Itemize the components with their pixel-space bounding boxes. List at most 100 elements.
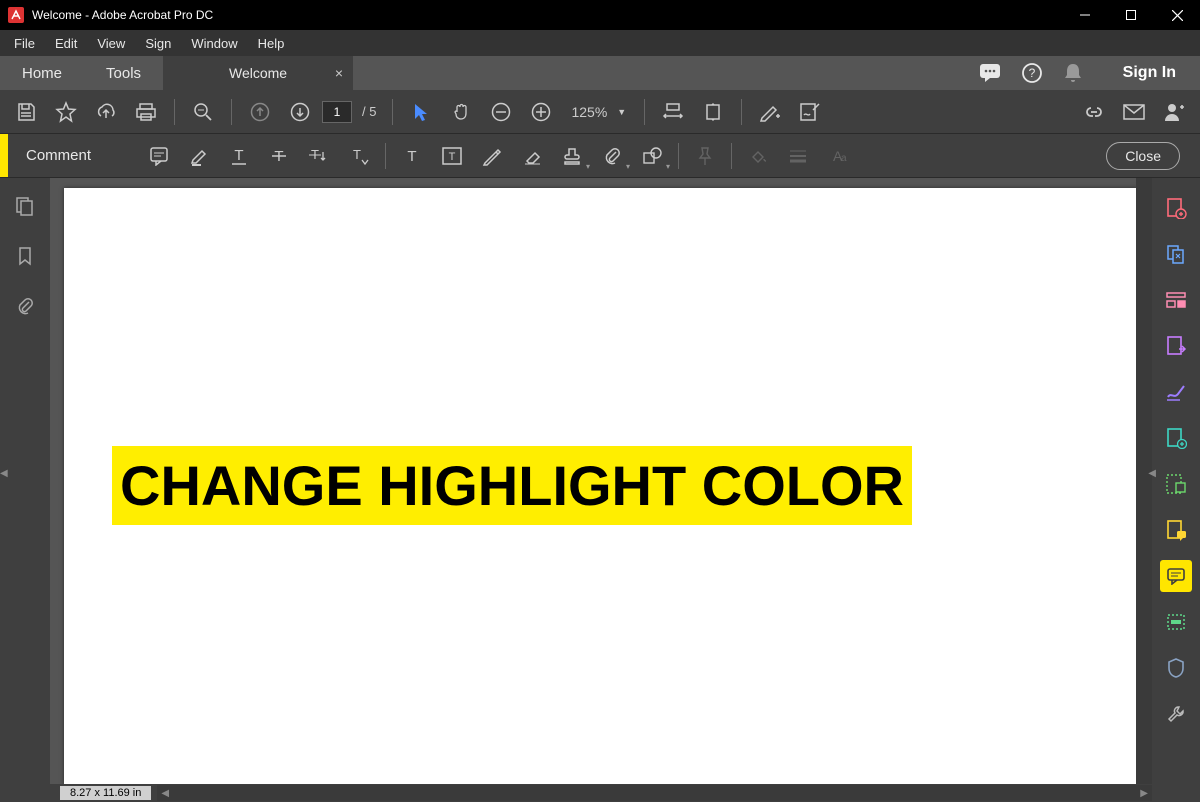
tab-home[interactable]: Home	[0, 56, 84, 90]
send-for-comments-icon[interactable]	[1160, 468, 1192, 500]
highlighted-text[interactable]: CHANGE HIGHLIGHT COLOR	[112, 446, 912, 525]
zoom-in-icon[interactable]	[523, 94, 559, 130]
export-pdf-icon[interactable]	[1160, 330, 1192, 362]
page-thumbnails-icon[interactable]	[11, 192, 39, 220]
comment-active-indicator	[0, 134, 8, 177]
hand-pan-icon[interactable]	[443, 94, 479, 130]
chevron-down-icon: ▼	[617, 107, 626, 117]
email-icon[interactable]	[1116, 94, 1152, 130]
tab-tools[interactable]: Tools	[84, 56, 163, 90]
stamp-icon[interactable]: ▾	[552, 138, 592, 174]
menu-sign[interactable]: Sign	[135, 33, 181, 54]
cloud-upload-icon[interactable]	[88, 94, 124, 130]
tab-label: Welcome	[229, 65, 287, 81]
close-window-button[interactable]	[1154, 0, 1200, 30]
status-bar: 8.27 x 11.69 in ◀▶	[50, 784, 1152, 802]
svg-text:T: T	[353, 147, 361, 162]
pdf-page: CHANGE HIGHLIGHT COLOR	[64, 188, 1138, 784]
comment-panel-icon[interactable]	[1160, 514, 1192, 546]
comment-tool-active-icon[interactable]	[1160, 560, 1192, 592]
redact-icon[interactable]	[1160, 606, 1192, 638]
next-page-icon[interactable]	[282, 94, 318, 130]
protect-icon[interactable]	[1160, 652, 1192, 684]
menu-view[interactable]: View	[87, 33, 135, 54]
minimize-button[interactable]	[1062, 0, 1108, 30]
find-icon[interactable]	[185, 94, 221, 130]
menu-window[interactable]: Window	[181, 33, 247, 54]
fill-sign-tool-icon[interactable]	[1160, 376, 1192, 408]
body: ◀ CHANGE HIGHLIGHT COLOR 8.27 x 11.69 in…	[0, 178, 1200, 802]
sign-in-button[interactable]: Sign In	[1099, 56, 1200, 90]
previous-page-icon[interactable]	[242, 94, 278, 130]
notifications-bell-icon[interactable]	[1063, 62, 1083, 84]
attachments-panel-icon[interactable]	[11, 292, 39, 320]
menu-help[interactable]: Help	[248, 33, 295, 54]
help-icon[interactable]: ?	[1021, 62, 1043, 84]
left-nav-panel: ◀	[0, 178, 50, 802]
page-total-label: / 5	[356, 104, 382, 119]
sticky-note-icon[interactable]	[139, 138, 179, 174]
share-link-icon[interactable]	[1076, 94, 1112, 130]
attachment-icon[interactable]: ▾	[592, 138, 632, 174]
edit-pdf-tool-icon[interactable]	[1160, 284, 1192, 316]
pencil-draw-icon[interactable]	[472, 138, 512, 174]
highlight-pen-icon[interactable]	[179, 138, 219, 174]
window-title: Welcome - Adobe Acrobat Pro DC	[32, 8, 1062, 22]
page-dimensions-label: 8.27 x 11.69 in	[60, 786, 151, 800]
sign-document-icon[interactable]	[792, 94, 828, 130]
line-thickness-icon[interactable]	[778, 138, 818, 174]
page-number-input[interactable]	[322, 101, 352, 123]
pin-icon[interactable]	[685, 138, 725, 174]
horizontal-scrollbar[interactable]: ◀▶	[157, 785, 1152, 801]
vertical-scrollbar[interactable]	[1136, 178, 1152, 784]
eraser-icon[interactable]	[512, 138, 552, 174]
create-pdf-icon[interactable]	[1160, 192, 1192, 224]
zoom-level-dropdown[interactable]: 125%▼	[563, 104, 634, 120]
tab-close-icon[interactable]: ×	[335, 65, 343, 81]
scroll-mode-icon[interactable]	[695, 94, 731, 130]
print-icon[interactable]	[128, 94, 164, 130]
right-panel-collapser[interactable]: ◀	[1148, 468, 1156, 479]
organize-pages-icon[interactable]	[1160, 422, 1192, 454]
acrobat-app-icon	[8, 7, 24, 23]
replace-text-icon[interactable]: T	[299, 138, 339, 174]
svg-text:a: a	[841, 153, 847, 164]
edit-pdf-icon[interactable]	[752, 94, 788, 130]
svg-text:T: T	[449, 151, 456, 163]
tab-document-welcome[interactable]: Welcome ×	[163, 56, 353, 90]
svg-text:?: ?	[1028, 66, 1035, 80]
document-canvas[interactable]: CHANGE HIGHLIGHT COLOR	[50, 178, 1152, 784]
left-panel-collapser[interactable]: ◀	[0, 468, 8, 479]
close-comment-button[interactable]: Close	[1106, 142, 1180, 170]
add-text-comment-icon[interactable]: T	[392, 138, 432, 174]
combine-files-icon[interactable]	[1160, 238, 1192, 270]
menu-file[interactable]: File	[4, 33, 45, 54]
save-icon[interactable]	[8, 94, 44, 130]
svg-text:T: T	[234, 147, 243, 164]
insert-text-icon[interactable]: T	[339, 138, 379, 174]
drawing-shapes-icon[interactable]: ▾	[632, 138, 672, 174]
svg-text:T: T	[407, 148, 416, 165]
strikethrough-text-icon[interactable]: T	[259, 138, 299, 174]
comment-label: Comment	[8, 147, 109, 164]
fit-width-icon[interactable]: ▾	[655, 94, 691, 130]
star-icon[interactable]	[48, 94, 84, 130]
document-area: CHANGE HIGHLIGHT COLOR 8.27 x 11.69 in ◀…	[50, 178, 1152, 802]
maximize-button[interactable]	[1108, 0, 1154, 30]
tab-row: Home Tools Welcome × ? Sign In	[0, 56, 1200, 90]
zoom-out-icon[interactable]	[483, 94, 519, 130]
main-toolbar: / 5 125%▼ ▾	[0, 90, 1200, 134]
title-bar: Welcome - Adobe Acrobat Pro DC	[0, 0, 1200, 30]
menu-edit[interactable]: Edit	[45, 33, 87, 54]
chat-icon[interactable]	[979, 63, 1001, 83]
right-tools-panel: ◀	[1152, 178, 1200, 802]
add-person-icon[interactable]	[1156, 94, 1192, 130]
more-tools-icon[interactable]	[1160, 698, 1192, 730]
fill-color-icon[interactable]	[738, 138, 778, 174]
text-properties-icon[interactable]: Aa	[818, 138, 858, 174]
text-box-icon[interactable]: T	[432, 138, 472, 174]
bookmarks-icon[interactable]	[11, 242, 39, 270]
comment-toolbar: Comment T T T T T T ▾ ▾ ▾ Aa Close	[0, 134, 1200, 178]
selection-arrow-icon[interactable]	[403, 94, 439, 130]
underline-text-icon[interactable]: T	[219, 138, 259, 174]
